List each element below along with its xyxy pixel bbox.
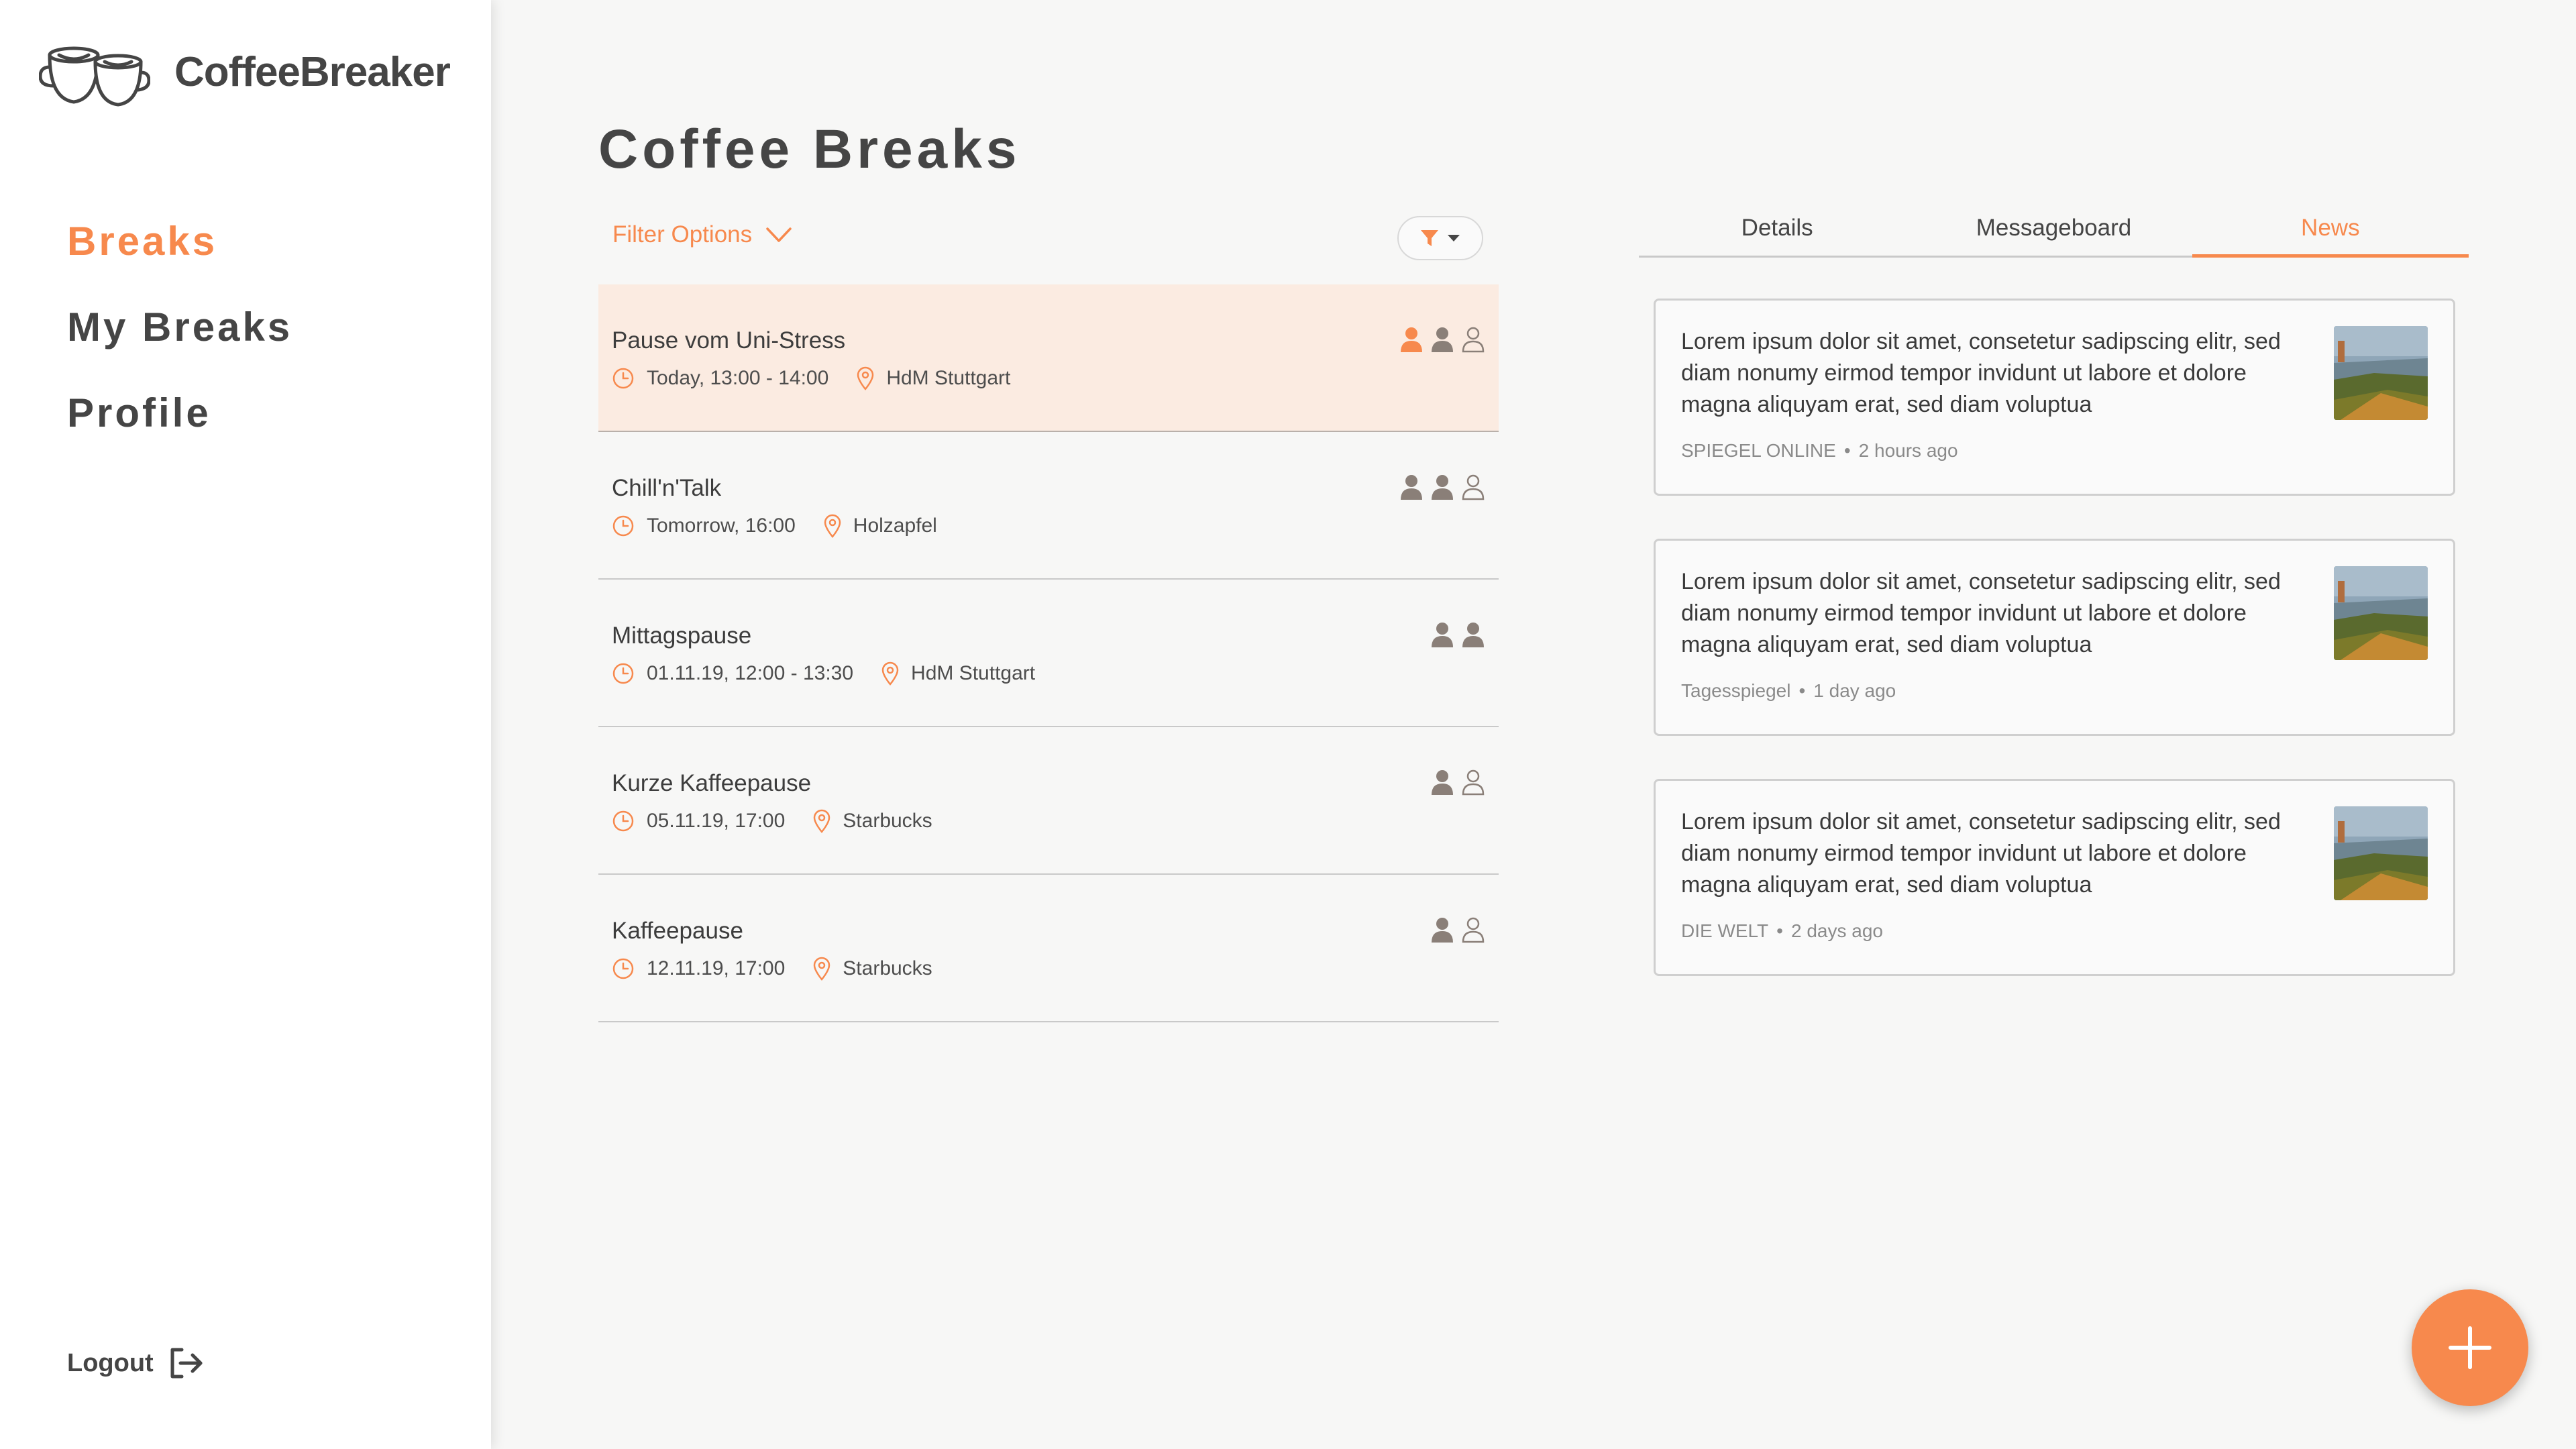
add-break-button[interactable]	[2412, 1289, 2528, 1406]
person-icon	[1432, 475, 1453, 500]
participants	[1399, 326, 1485, 353]
break-row[interactable]: Kaffeepause 12.11.19, 17:00 Starbucks	[598, 875, 1499, 1022]
break-location: HdM Stuttgart	[886, 367, 1011, 389]
funnel-icon	[1421, 230, 1438, 246]
person-icon	[1401, 327, 1422, 352]
location-pin-icon	[814, 957, 830, 981]
filter-options-label: Filter Options	[612, 221, 753, 248]
break-location: Starbucks	[843, 810, 932, 832]
sidebar: CoffeeBreaker Breaks My Breaks Profile L…	[0, 0, 491, 1449]
separator-dot: •	[1843, 440, 1851, 461]
break-meta: Today, 13:00 - 14:00 HdM Stuttgart	[612, 366, 1010, 390]
detail-tabs: Details Messageboard News	[1639, 208, 2469, 258]
break-name: Chill'n'Talk	[612, 475, 722, 501]
news-thumbnail	[2334, 806, 2428, 900]
participants	[1399, 474, 1485, 500]
location-pin-icon	[814, 809, 830, 833]
break-time: 05.11.19, 17:00	[647, 810, 786, 832]
clock-icon	[612, 368, 634, 389]
news-card[interactable]: Lorem ipsum dolor sit amet, consetetur s…	[1654, 779, 2455, 976]
break-row[interactable]: Kurze Kaffeepause 05.11.19, 17:00 Starbu…	[598, 727, 1499, 875]
news-text: Lorem ipsum dolor sit amet, consetetur s…	[1681, 809, 2281, 898]
break-list: Pause vom Uni-Stress Today, 13:00 - 14:0…	[598, 284, 1499, 1022]
break-meta: 12.11.19, 17:00 Starbucks	[612, 957, 932, 981]
nav-item-my-breaks[interactable]: My Breaks	[67, 301, 292, 386]
coffee-cups-icon	[39, 46, 150, 107]
person-icon	[1432, 327, 1453, 352]
news-source: DIE WELT	[1681, 920, 1769, 941]
break-time: Tomorrow, 16:00	[647, 515, 796, 537]
person-outline-icon	[1462, 917, 1485, 943]
person-icon	[1432, 770, 1453, 795]
app-name: CoffeeBreaker	[174, 48, 451, 95]
location-pin-icon	[824, 514, 841, 538]
person-outline-icon	[1462, 327, 1485, 353]
filter-button[interactable]	[1397, 216, 1483, 260]
break-location: Holzapfel	[853, 515, 937, 537]
news-card[interactable]: Lorem ipsum dolor sit amet, consetetur s…	[1654, 299, 2455, 496]
person-icon	[1432, 623, 1453, 647]
break-name: Kaffeepause	[612, 918, 743, 944]
break-name: Kurze Kaffeepause	[612, 770, 812, 796]
break-name: Mittagspause	[612, 623, 752, 649]
news-age: 2 hours ago	[1858, 440, 1958, 461]
clock-icon	[612, 810, 634, 832]
news-thumbnail	[2334, 326, 2428, 420]
nav-item-profile[interactable]: Profile	[67, 386, 292, 472]
person-icon	[1432, 918, 1453, 943]
person-icon	[1462, 623, 1484, 647]
logout-icon	[170, 1348, 203, 1379]
filter-options-toggle[interactable]: Filter Options	[612, 221, 792, 248]
tab-news[interactable]: News	[2192, 208, 2469, 258]
break-meta: 01.11.19, 12:00 - 13:30 HdM Stuttgart	[612, 661, 1035, 686]
plus-icon	[2449, 1326, 2491, 1369]
news-thumbnail	[2334, 566, 2428, 660]
participants	[1430, 769, 1485, 796]
separator-dot: •	[1776, 920, 1783, 941]
news-text: Lorem ipsum dolor sit amet, consetetur s…	[1681, 329, 2281, 417]
break-row[interactable]: Mittagspause 01.11.19, 12:00 - 13:30 HdM…	[598, 580, 1499, 727]
logout-label: Logout	[67, 1348, 154, 1377]
break-meta: Tomorrow, 16:00 Holzapfel	[612, 514, 937, 538]
caret-down-icon	[1448, 235, 1460, 241]
participants	[1430, 916, 1485, 943]
tab-messageboard[interactable]: Messageboard	[1915, 208, 2192, 256]
chevron-down-icon	[766, 227, 792, 242]
break-time: 12.11.19, 17:00	[647, 957, 786, 979]
separator-dot: •	[1799, 680, 1806, 701]
break-meta: 05.11.19, 17:00 Starbucks	[612, 809, 932, 833]
person-outline-icon	[1462, 474, 1485, 500]
news-text: Lorem ipsum dolor sit amet, consetetur s…	[1681, 569, 2281, 657]
news-source: Tagesspiegel	[1681, 680, 1791, 701]
break-location: HdM Stuttgart	[911, 662, 1036, 684]
break-name: Pause vom Uni-Stress	[612, 327, 846, 354]
news-meta: SPIEGEL ONLINE • 2 hours ago	[1681, 440, 1958, 462]
clock-icon	[612, 515, 634, 537]
news-age: 1 day ago	[1813, 680, 1896, 701]
logout-button[interactable]: Logout	[67, 1346, 205, 1381]
news-list: Lorem ipsum dolor sit amet, consetetur s…	[1654, 299, 2455, 1019]
participants	[1430, 621, 1485, 648]
main-nav: Breaks My Breaks Profile	[67, 215, 292, 472]
location-pin-icon	[857, 366, 874, 390]
break-location: Starbucks	[843, 957, 932, 979]
page-title: Coffee Breaks	[598, 119, 1021, 180]
clock-icon	[612, 958, 634, 979]
news-source: SPIEGEL ONLINE	[1681, 440, 1836, 461]
break-row[interactable]: Chill'n'Talk Tomorrow, 16:00 Holzapfel	[598, 432, 1499, 580]
brand[interactable]: CoffeeBreaker	[39, 35, 451, 109]
news-card[interactable]: Lorem ipsum dolor sit amet, consetetur s…	[1654, 539, 2455, 736]
person-outline-icon	[1462, 769, 1485, 796]
clock-icon	[612, 663, 634, 684]
news-age: 2 days ago	[1790, 920, 1883, 941]
location-pin-icon	[881, 661, 899, 686]
break-time: 01.11.19, 12:00 - 13:30	[647, 662, 854, 684]
break-time: Today, 13:00 - 14:00	[647, 367, 829, 389]
news-meta: Tagesspiegel • 1 day ago	[1681, 680, 1896, 702]
person-icon	[1401, 475, 1422, 500]
break-row[interactable]: Pause vom Uni-Stress Today, 13:00 - 14:0…	[598, 284, 1499, 432]
nav-item-breaks[interactable]: Breaks	[67, 215, 292, 301]
tab-details[interactable]: Details	[1639, 208, 1915, 256]
news-meta: DIE WELT • 2 days ago	[1681, 920, 1883, 942]
